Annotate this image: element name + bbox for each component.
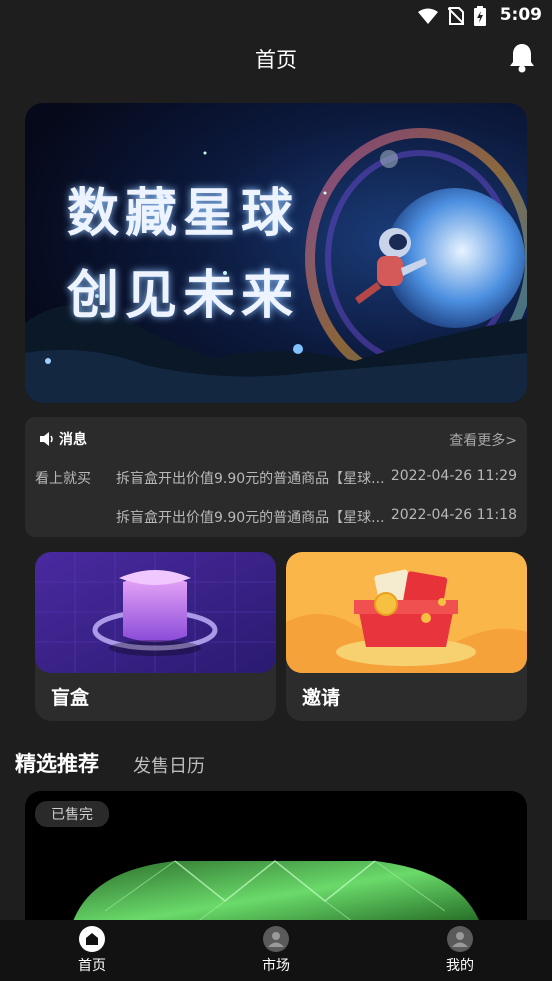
- news-item[interactable]: 看上就买 拆盲盒开出价值9.90元的普通商品【星球... 2022-04-26 …: [25, 468, 527, 492]
- battery-charging-icon: [474, 6, 486, 26]
- bottom-tab-bar: 首页 市场 我的: [0, 920, 552, 981]
- invite-illustration: [286, 552, 527, 673]
- status-time: 5:09: [499, 5, 542, 25]
- tab-market-label: 市场: [262, 958, 290, 974]
- status-bar: 5:09: [0, 0, 552, 32]
- invite-label: 邀请: [302, 687, 341, 709]
- invite-card[interactable]: 邀请: [286, 552, 527, 721]
- product-card[interactable]: 已售完: [25, 791, 527, 931]
- blindbox-card[interactable]: 盲盒: [35, 552, 276, 721]
- tab-profile-label: 我的: [446, 958, 474, 974]
- news-panel: 消息 查看更多> 看上就买 拆盲盒开出价值9.90元的普通商品【星球... 20…: [25, 417, 527, 537]
- news-header: 消息: [39, 429, 87, 449]
- tab-home-label: 首页: [78, 958, 106, 974]
- tab-profile[interactable]: 我的: [368, 920, 552, 981]
- news-item-time: 2022-04-26 11:29: [390, 468, 517, 484]
- bell-icon[interactable]: [508, 42, 536, 74]
- app-header: 首页: [0, 38, 552, 82]
- tab-market[interactable]: 市场: [184, 920, 368, 981]
- home-icon: [79, 926, 105, 952]
- banner-headline: 数藏星球: [67, 184, 300, 244]
- news-item-text: 拆盲盒开出价值9.90元的普通商品【星球...: [116, 510, 385, 526]
- news-item-tag: 看上就买: [35, 471, 91, 487]
- wifi-icon: [418, 8, 438, 24]
- tab-featured[interactable]: 精选推荐: [15, 748, 99, 778]
- tab-home[interactable]: 首页: [0, 920, 184, 981]
- promo-banner[interactable]: 数藏星球 创见未来: [25, 103, 527, 403]
- page-title: 首页: [255, 48, 297, 72]
- news-item[interactable]: 拆盲盒开出价值9.90元的普通商品【星球... 2022-04-26 11:18: [25, 507, 527, 531]
- news-item-time: 2022-04-26 11:18: [390, 507, 517, 523]
- news-title: 消息: [59, 432, 87, 448]
- tab-release-calendar[interactable]: 发售日历: [133, 752, 205, 778]
- news-item-text: 拆盲盒开出价值9.90元的普通商品【星球...: [116, 471, 385, 487]
- speaker-icon: [40, 432, 53, 446]
- status-icons: [418, 6, 486, 26]
- no-sim-icon: [448, 7, 464, 25]
- blindbox-illustration: [35, 552, 276, 673]
- market-icon: [263, 926, 289, 952]
- blindbox-label: 盲盒: [51, 687, 90, 709]
- profile-icon: [447, 926, 473, 952]
- sold-out-badge: 已售完: [35, 801, 109, 827]
- view-more-link[interactable]: 查看更多>: [449, 430, 517, 450]
- banner-slogan: 创见未来: [67, 266, 300, 326]
